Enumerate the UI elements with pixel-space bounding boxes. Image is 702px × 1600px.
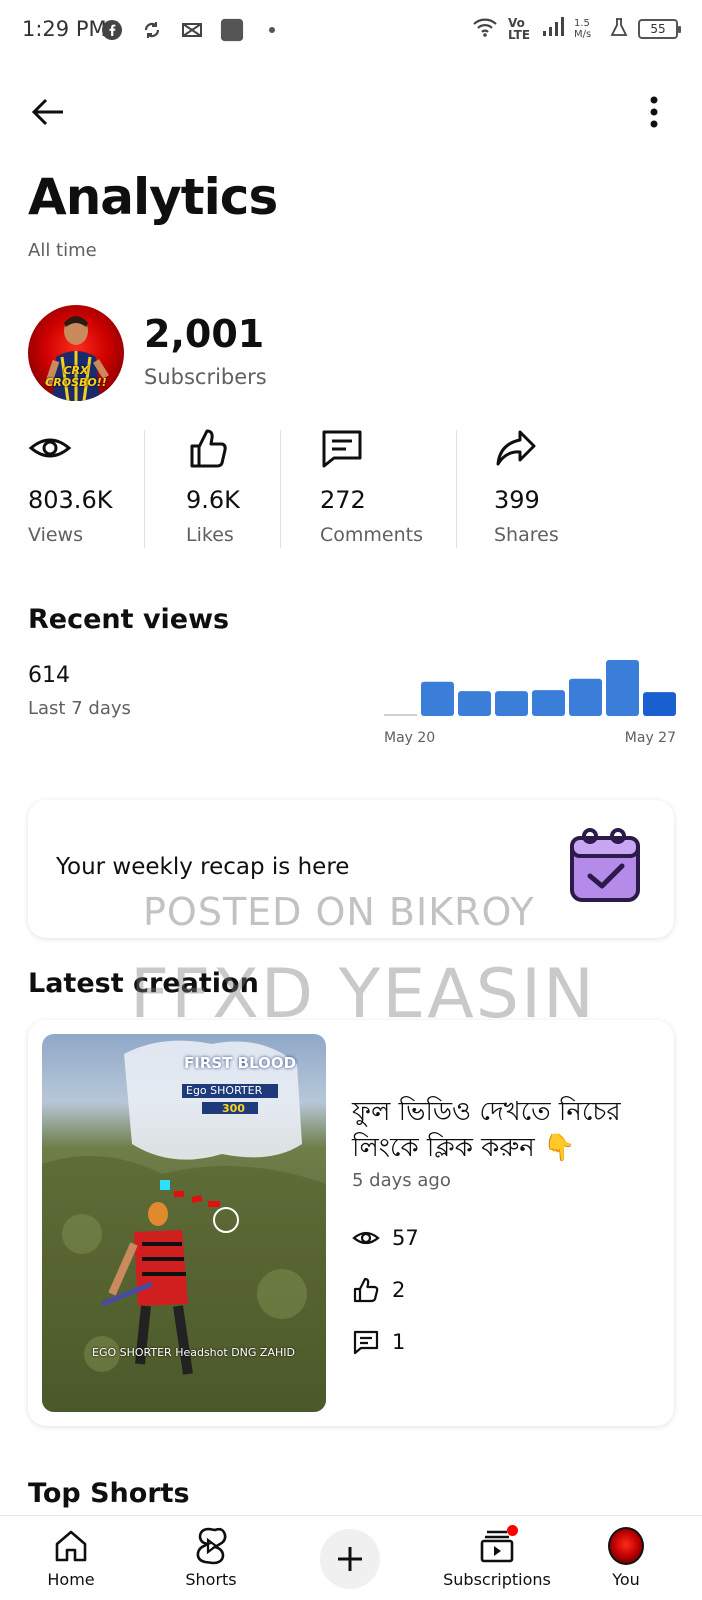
chart-bar-may-26 bbox=[606, 660, 639, 716]
chart-bar-may-23 bbox=[495, 691, 528, 716]
stat-label: Shares bbox=[494, 524, 559, 546]
chart-bar-may-25 bbox=[569, 678, 602, 716]
status-right: Vo LTE 1.5 M/s 55 bbox=[472, 16, 681, 42]
chart-bar-may-24 bbox=[532, 690, 565, 716]
status-left-icons bbox=[100, 18, 284, 42]
watermark-posted-on: POSTED ON BIKROY bbox=[143, 890, 535, 934]
app-square-icon bbox=[220, 18, 244, 42]
thumbnail-banner-text: FIRST BLOOD bbox=[184, 1054, 297, 1072]
comment-icon bbox=[322, 430, 362, 468]
chart-bar-may-27 bbox=[643, 692, 676, 716]
stat-divider bbox=[280, 430, 281, 548]
battery-indicator: 55 bbox=[638, 19, 681, 39]
eye-icon bbox=[28, 438, 72, 458]
nav-subscriptions-label: Subscriptions bbox=[443, 1570, 551, 1589]
nav-you-label: You bbox=[612, 1570, 640, 1589]
wifi-icon bbox=[472, 16, 498, 42]
subscriber-label: Subscribers bbox=[144, 365, 267, 389]
nav-home[interactable]: Home bbox=[40, 1516, 102, 1600]
channel-avatar: CRX CROSBO!! bbox=[28, 305, 124, 401]
sync-icon bbox=[140, 18, 164, 42]
back-button[interactable] bbox=[26, 90, 70, 134]
stat-value: 272 bbox=[320, 486, 366, 514]
video-title[interactable]: ফুল ভিডিও দেখতে নিচের লিংকে ক্লিক করুন 👇 bbox=[352, 1094, 652, 1166]
watermark-channel: FFXD YEASIN bbox=[130, 955, 596, 1034]
stat-divider bbox=[144, 430, 145, 548]
chart-start-label: May 20 bbox=[384, 730, 435, 746]
stat-likes[interactable]: 9.6K Likes bbox=[186, 426, 240, 546]
chart-end-label: May 27 bbox=[625, 730, 676, 746]
nav-home-label: Home bbox=[47, 1570, 95, 1589]
create-button[interactable] bbox=[320, 1529, 380, 1589]
chart-bar-may-20 bbox=[384, 714, 417, 716]
avatar-logo-text: CRX CROSBO!! bbox=[45, 364, 107, 389]
recent-views-period: Last 7 days bbox=[28, 698, 131, 719]
subscriptions-icon bbox=[479, 1525, 518, 1564]
chart-bar-may-21 bbox=[421, 681, 454, 716]
notification-dot bbox=[507, 1525, 518, 1536]
more-vertical-icon bbox=[650, 96, 658, 128]
thumbs-up-icon bbox=[190, 429, 227, 468]
recent-views-count: 614 bbox=[28, 663, 70, 688]
subscriber-count: 2,001 bbox=[144, 312, 265, 356]
arrow-left-icon bbox=[31, 98, 63, 126]
you-avatar bbox=[608, 1527, 644, 1565]
bottom-navigation: Home Shorts Subscriptions You bbox=[0, 1515, 702, 1600]
recent-views-chart[interactable]: May 20 May 27 bbox=[384, 650, 676, 746]
home-icon bbox=[53, 1528, 89, 1564]
you-avatar-icon bbox=[608, 1527, 644, 1565]
stats-row: 803.6K Views 9.6K Likes 272 Comments 399… bbox=[0, 426, 702, 546]
flask-icon bbox=[610, 17, 628, 41]
status-time: 1:29 PM bbox=[22, 17, 107, 41]
network-label: Vo LTE bbox=[508, 16, 531, 42]
video-likes: 2 bbox=[352, 1276, 405, 1304]
thumbs-up-icon bbox=[353, 1277, 379, 1303]
signal-icon bbox=[542, 17, 564, 41]
stat-value: 803.6K bbox=[28, 486, 113, 514]
top-shorts-title: Top Shorts bbox=[28, 1478, 190, 1509]
recent-views-title: Recent views bbox=[28, 604, 230, 635]
thumbnail-footer-text: EGO SHORTER Headshot DNG ZAHID bbox=[92, 1346, 295, 1359]
stat-value: 399 bbox=[494, 486, 540, 514]
chart-bar-may-22 bbox=[458, 691, 491, 716]
video-thumbnail[interactable]: FIRST BLOOD Ego SHORTER 300 EGO SHORTER … bbox=[42, 1034, 326, 1412]
stat-divider bbox=[456, 430, 457, 548]
video-age: 5 days ago bbox=[352, 1170, 451, 1191]
nav-you[interactable]: You bbox=[598, 1516, 654, 1600]
status-bar: 1:29 PM Vo LTE 1.5 M/s 55 bbox=[0, 0, 702, 64]
recap-text: Your weekly recap is here bbox=[56, 854, 350, 880]
stat-comments[interactable]: 272 Comments bbox=[320, 426, 423, 546]
nav-shorts[interactable]: Shorts bbox=[176, 1516, 246, 1600]
latest-creation-card[interactable]: FIRST BLOOD Ego SHORTER 300 EGO SHORTER … bbox=[28, 1020, 674, 1426]
plus-icon bbox=[338, 1547, 362, 1571]
capcut-icon bbox=[180, 18, 204, 42]
stat-label: Likes bbox=[186, 524, 234, 546]
shorts-icon bbox=[193, 1527, 229, 1565]
page-title: Analytics bbox=[28, 168, 278, 226]
thumbnail-player-text: Ego SHORTER bbox=[186, 1084, 263, 1097]
share-icon bbox=[496, 430, 536, 466]
stat-views[interactable]: 803.6K Views bbox=[28, 426, 112, 546]
nav-subscriptions[interactable]: Subscriptions bbox=[432, 1516, 562, 1600]
video-views-value: 57 bbox=[392, 1226, 419, 1250]
stat-shares[interactable]: 399 Shares bbox=[494, 426, 559, 546]
stat-label: Comments bbox=[320, 524, 423, 546]
more-options-button[interactable] bbox=[632, 90, 676, 134]
video-comments: 1 bbox=[352, 1328, 405, 1356]
eye-icon bbox=[352, 1231, 380, 1245]
stat-value: 9.6K bbox=[186, 486, 240, 514]
stat-label: Views bbox=[28, 524, 83, 546]
nav-shorts-label: Shorts bbox=[185, 1570, 237, 1589]
period-label: All time bbox=[28, 240, 97, 261]
video-likes-value: 2 bbox=[392, 1278, 406, 1302]
dot-icon bbox=[260, 18, 284, 42]
video-comments-value: 1 bbox=[392, 1330, 406, 1354]
video-views: 57 bbox=[352, 1224, 419, 1252]
thumbnail-score-text: 300 bbox=[222, 1102, 245, 1115]
comment-icon bbox=[353, 1330, 379, 1355]
speed-label: 1.5 M/s bbox=[574, 18, 592, 40]
calendar-check-icon bbox=[570, 828, 640, 902]
facebook-icon bbox=[100, 18, 124, 42]
